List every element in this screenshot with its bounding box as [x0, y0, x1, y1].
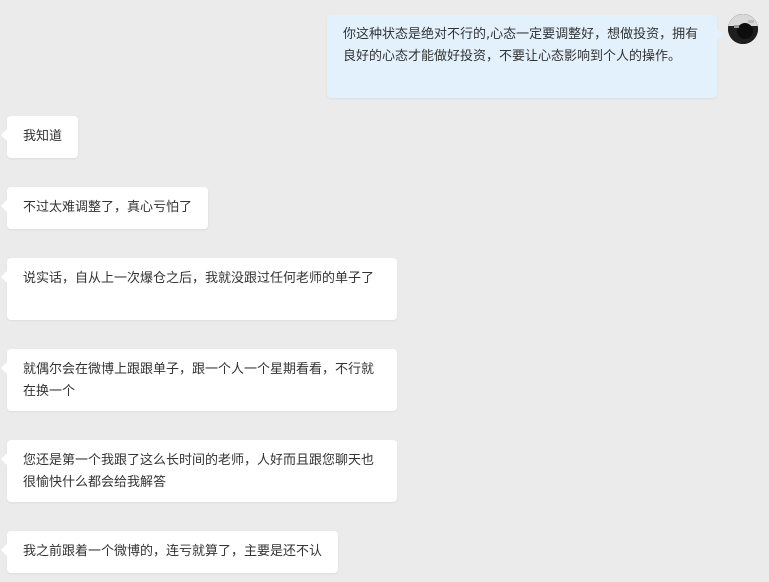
incoming-message-text: 我知道 [23, 129, 63, 144]
incoming-message-bubble[interactable]: 我之前跟着一个微博的，连亏就算了，主要是还不认 [0, 531, 339, 573]
user-avatar-icon[interactable] [728, 14, 758, 44]
incoming-message-bubble[interactable]: 说实话，自从上一次爆仓之后，我就没跟过任何老师的单子了 [1, 258, 397, 320]
outgoing-message-bubble[interactable]: 你这种状态是绝对不行的,心态一定要调整好，想做投资，拥有良好的心态才能做好投资，… [327, 15, 723, 98]
incoming-message-text: 我之前跟着一个微博的，连亏就算了，主要是还不认 [23, 544, 323, 559]
incoming-message-bubble[interactable]: 您还是第一个我跟了这么长时间的老师，人好而且跟您聊天也很愉快什么都会给我解答 [1, 440, 397, 502]
incoming-message-bubble[interactable]: 不过太难调整了，真心亏怕了 [0, 187, 209, 229]
incoming-message-bubble[interactable]: 我知道 [0, 116, 79, 158]
incoming-message-text: 说实话，自从上一次爆仓之后，我就没跟过任何老师的单子了 [23, 271, 375, 286]
incoming-message-text: 您还是第一个我跟了这么长时间的老师，人好而且跟您聊天也很愉快什么都会给我解答 [23, 453, 375, 490]
incoming-message-bubble[interactable]: 就偶尔会在微博上跟跟单子，跟一个人一个星期看看，不行就在换一个 [1, 349, 397, 411]
outgoing-message-text: 你这种状态是绝对不行的,心态一定要调整好，想做投资，拥有良好的心态才能做好投资，… [343, 27, 699, 64]
avatar-image [728, 14, 758, 44]
chat-window: 你这种状态是绝对不行的,心态一定要调整好，想做投资，拥有良好的心态才能做好投资，… [0, 0, 769, 582]
incoming-message-text: 就偶尔会在微博上跟跟单子，跟一个人一个星期看看，不行就在换一个 [23, 362, 375, 399]
incoming-message-text: 不过太难调整了，真心亏怕了 [23, 200, 193, 215]
